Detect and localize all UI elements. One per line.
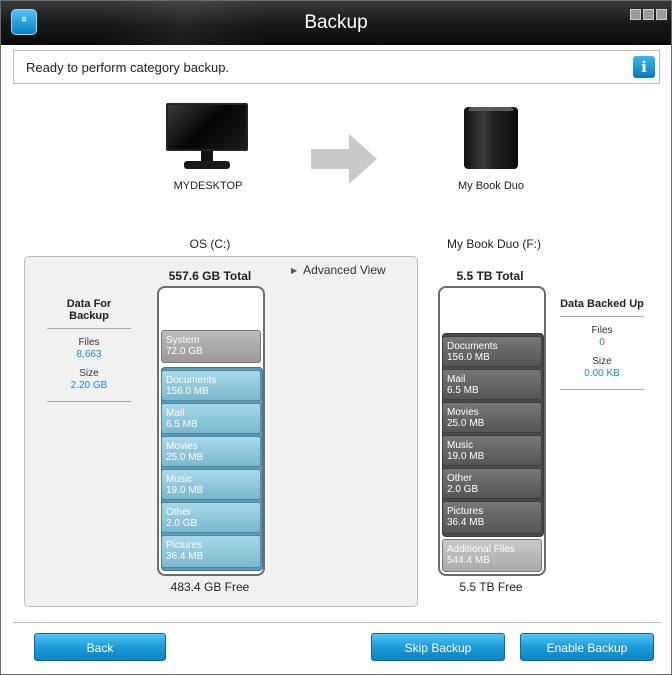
dest-segment-additional-files: Additional Files 544.4 MB bbox=[442, 539, 542, 572]
source-free: 483.4 GB Free bbox=[170, 580, 250, 594]
segment-size: 6.5 MB bbox=[447, 385, 479, 396]
files-label: Files bbox=[591, 325, 613, 336]
segment-system[interactable]: System 72.0 GB bbox=[161, 330, 261, 363]
minimize-icon[interactable] bbox=[630, 9, 641, 20]
segment-name: Music bbox=[166, 474, 193, 485]
segment-music[interactable]: Music 19.0 MB bbox=[161, 469, 261, 500]
expand-triangle-icon: ▶ bbox=[291, 266, 298, 275]
segment-name: Mail bbox=[447, 374, 466, 385]
segment-name: Documents bbox=[447, 341, 498, 352]
segment-size: 19.0 MB bbox=[166, 485, 204, 496]
title-bar: ° Backup bbox=[1, 1, 671, 45]
arrow-right-icon bbox=[311, 134, 377, 184]
source-total: 557.6 GB Total bbox=[168, 269, 252, 283]
backup-window: ° Backup Ready to perform category backu… bbox=[0, 0, 672, 675]
segment-mail[interactable]: Mail 6.5 MB bbox=[161, 403, 261, 434]
stats-divider bbox=[560, 389, 644, 390]
source-drive-gauge: System 72.0 GB Documents 156.0 MB Mail 6… bbox=[157, 286, 265, 576]
dest-segment-documents: Documents 156.0 MB bbox=[442, 336, 542, 367]
size-label: Size bbox=[79, 368, 99, 379]
desktop-monitor-icon bbox=[166, 103, 248, 173]
size-value: 2.20 GB bbox=[70, 380, 108, 391]
segment-size: 2.0 GB bbox=[447, 484, 479, 495]
enable-backup-button[interactable]: Enable Backup bbox=[520, 633, 654, 661]
segment-pictures[interactable]: Pictures 36.4 MB bbox=[161, 535, 261, 568]
size-value: 0.00 KB bbox=[584, 368, 620, 379]
segment-name: Additional Files bbox=[447, 544, 515, 555]
segment-size: 544.4 MB bbox=[447, 555, 490, 566]
size-label: Size bbox=[592, 356, 612, 367]
segment-size: 156.0 MB bbox=[166, 386, 209, 397]
info-icon[interactable]: i bbox=[633, 56, 655, 78]
my-book-duo-drive-icon bbox=[464, 107, 518, 169]
destination-device-name: My Book Duo bbox=[457, 180, 525, 192]
segment-name: Other bbox=[447, 473, 473, 484]
segment-size: 36.4 MB bbox=[166, 551, 204, 562]
files-label: Files bbox=[78, 337, 100, 348]
destination-total: 5.5 TB Total bbox=[456, 269, 524, 283]
segment-name: Mail bbox=[166, 408, 185, 419]
dest-segment-music: Music 19.0 MB bbox=[442, 435, 542, 466]
destination-free: 5.5 TB Free bbox=[459, 580, 523, 594]
segment-size: 6.5 MB bbox=[166, 419, 198, 430]
segment-movies[interactable]: Movies 25.0 MB bbox=[161, 436, 261, 467]
skip-backup-button[interactable]: Skip Backup bbox=[371, 633, 505, 661]
segment-name: Pictures bbox=[166, 540, 203, 551]
stats-divider bbox=[47, 401, 131, 402]
segment-name: Movies bbox=[447, 407, 479, 418]
files-count: 0 bbox=[599, 337, 605, 348]
segment-name: System bbox=[166, 335, 200, 346]
segment-size: 72.0 GB bbox=[166, 346, 203, 357]
data-backed-up-stats: Data Backed Up Files 0 Size 0.00 KB bbox=[560, 298, 644, 390]
dest-segment-pictures: Pictures 36.4 MB bbox=[442, 501, 542, 534]
close-icon[interactable] bbox=[656, 9, 667, 20]
segment-name: Documents bbox=[166, 375, 217, 386]
advanced-view-label: Advanced View bbox=[303, 263, 386, 277]
segment-documents[interactable]: Documents 156.0 MB bbox=[161, 370, 261, 401]
data-backed-up-heading: Data Backed Up bbox=[560, 298, 644, 317]
dest-segment-mail: Mail 6.5 MB bbox=[442, 369, 542, 400]
data-for-backup-stats: Data For Backup Files 8,663 Size 2.20 GB bbox=[47, 298, 131, 402]
destination-volume-label: My Book Duo (F:) bbox=[446, 237, 542, 251]
dest-segment-movies: Movies 25.0 MB bbox=[442, 402, 542, 433]
segment-other[interactable]: Other 2.0 GB bbox=[161, 502, 261, 533]
destination-drive-gauge: Documents 156.0 MB Mail 6.5 MB Movies 25… bbox=[438, 286, 546, 576]
segment-name: Music bbox=[447, 440, 474, 451]
footer-divider bbox=[13, 622, 661, 623]
data-for-backup-heading: Data For Backup bbox=[47, 298, 131, 329]
segment-size: 156.0 MB bbox=[447, 352, 490, 363]
segment-name: Other bbox=[166, 507, 192, 518]
status-bar: Ready to perform category backup. i bbox=[13, 50, 660, 84]
segment-name: Pictures bbox=[447, 506, 484, 517]
segment-size: 36.4 MB bbox=[447, 517, 485, 528]
segment-size: 2.0 GB bbox=[166, 518, 198, 529]
files-count: 8,663 bbox=[76, 349, 102, 360]
segment-size: 25.0 MB bbox=[166, 452, 204, 463]
segment-name: Movies bbox=[166, 441, 198, 452]
source-device-name: MYDESKTOP bbox=[173, 180, 243, 192]
dest-segment-other: Other 2.0 GB bbox=[442, 468, 542, 499]
segment-size: 25.0 MB bbox=[447, 418, 485, 429]
back-button[interactable]: Back bbox=[34, 633, 166, 661]
source-volume-label: OS (C:) bbox=[189, 237, 231, 251]
advanced-view-toggle[interactable]: ▶ Advanced View bbox=[291, 263, 386, 277]
segment-size: 19.0 MB bbox=[447, 451, 485, 462]
maximize-icon[interactable] bbox=[643, 9, 654, 20]
status-message: Ready to perform category backup. bbox=[26, 60, 230, 75]
window-title: Backup bbox=[304, 12, 368, 33]
